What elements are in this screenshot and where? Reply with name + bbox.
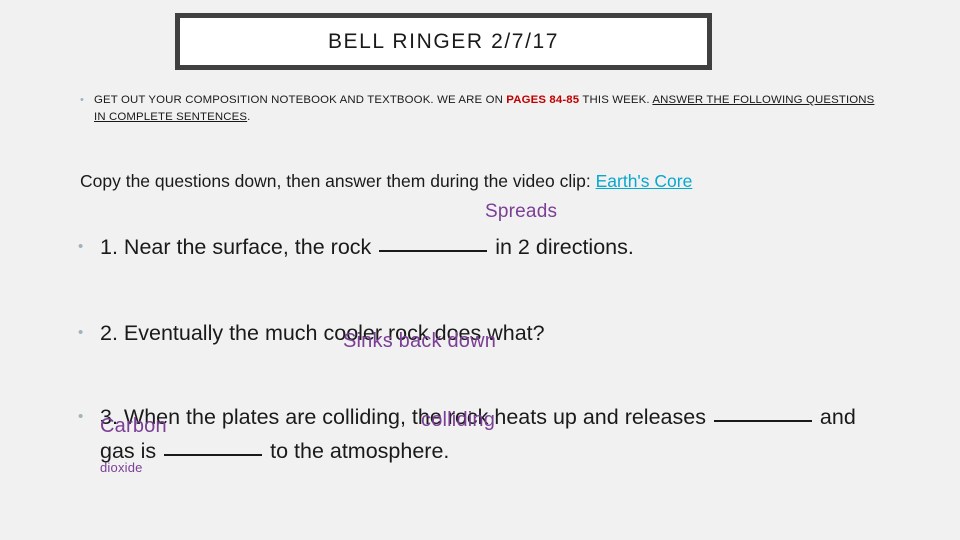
question-2-body: 2. Eventually the much cooler rock does …: [100, 316, 878, 350]
answer-blank[interactable]: [379, 250, 488, 252]
question-2-text: Eventually the much cooler rock does wha…: [117, 321, 545, 345]
question-3-text-seg1: When the plates are colliding, the rock …: [117, 405, 712, 429]
intro-text: GET OUT YOUR COMPOSITION NOTEBOOK AND TE…: [94, 92, 878, 125]
question-1-body: 1. Near the surface, the rock in 2 direc…: [100, 230, 878, 264]
question-item-2: • 2. Eventually the much cooler rock doe…: [78, 316, 878, 350]
bullet-icon: •: [78, 324, 84, 341]
question-3-text-seg3: to the atmosphere.: [264, 439, 450, 463]
bullet-icon: •: [80, 94, 84, 106]
slide-canvas: BELL RINGER 2/7/17 • GET OUT YOUR COMPOS…: [0, 0, 960, 540]
question-1-text-before: Near the surface, the rock: [117, 235, 378, 259]
bullet-icon: •: [78, 408, 84, 425]
question-3-body: 3. When the plates are colliding, the ro…: [100, 400, 888, 468]
copy-questions-paragraph: Copy the questions down, then answer the…: [80, 168, 865, 194]
question-item-1: • 1. Near the surface, the rock in 2 dir…: [78, 230, 878, 264]
ink-annotation-spreads: Spreads: [485, 201, 558, 222]
bullet-icon: •: [78, 238, 84, 255]
question-2-number: 2.: [100, 321, 118, 345]
question-1-number: 1.: [100, 235, 118, 259]
question-3-number: 3.: [100, 405, 118, 429]
question-1-text-after: in 2 directions.: [489, 235, 634, 259]
intro-instructions: • GET OUT YOUR COMPOSITION NOTEBOOK AND …: [78, 92, 878, 125]
intro-bullet-row: • GET OUT YOUR COMPOSITION NOTEBOOK AND …: [78, 92, 878, 125]
slide-title-box: BELL RINGER 2/7/17: [175, 13, 712, 70]
intro-text-part1: GET OUT YOUR COMPOSITION NOTEBOOK AND TE…: [94, 94, 507, 106]
intro-text-part2: THIS WEEK.: [579, 94, 653, 106]
pages-emphasis: PAGES 84-85: [506, 94, 580, 106]
answer-blank[interactable]: [164, 454, 263, 456]
intro-text-part3: .: [247, 110, 251, 123]
earths-core-link[interactable]: Earth's Core: [596, 171, 693, 191]
answer-blank[interactable]: [713, 420, 812, 422]
copy-questions-text: Copy the questions down, then answer the…: [80, 171, 596, 191]
question-item-3: • 3. When the plates are colliding, the …: [78, 400, 888, 468]
page-title: BELL RINGER 2/7/17: [327, 29, 560, 53]
